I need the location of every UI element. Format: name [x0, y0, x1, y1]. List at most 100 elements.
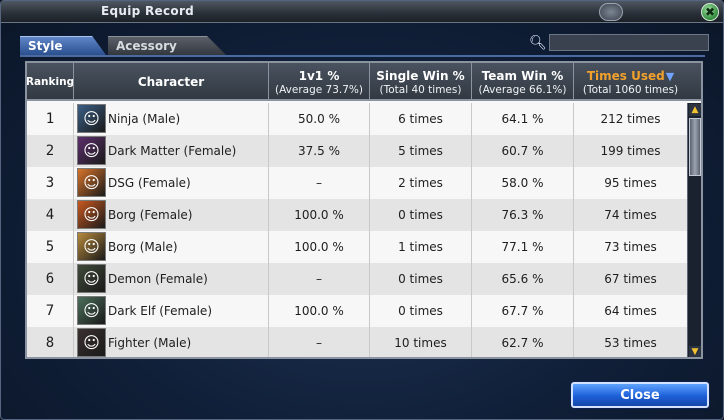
sort-down-icon: ▼ [665, 69, 675, 83]
table-row[interactable]: 2 ☺ Dark Matter (Female) 37.5 % 5 times 60.7 … [27, 135, 687, 167]
title-bar[interactable]: Equip Record ✖ [1, 1, 723, 23]
cell-single-win: 0 times [369, 295, 471, 327]
character-name: Dark Elf (Female) [108, 304, 212, 318]
cell-team-win: 62.7 % [471, 327, 573, 357]
cell-single-win: 0 times [369, 263, 471, 295]
cell-times-used: 74 times [573, 199, 687, 231]
cell-ranking: 4 [45, 207, 55, 223]
cell-character: ☺ Dark Matter (Female) [73, 135, 268, 167]
character-name: Borg (Male) [108, 240, 178, 254]
cell-times-used: 64 times [573, 295, 687, 327]
cell-single-win: 0 times [369, 199, 471, 231]
cell-single-win: 6 times [369, 103, 471, 135]
search-input[interactable] [549, 34, 709, 51]
character-name: Borg (Female) [108, 208, 193, 222]
table-scrollbar[interactable]: ▲ ▼ [687, 103, 701, 357]
cell-times-used: 73 times [573, 231, 687, 263]
cell-team-win: 60.7 % [471, 135, 573, 167]
scroll-thumb[interactable] [689, 118, 701, 176]
search-icon[interactable]: 🔍︎ [529, 35, 547, 51]
header-times-used[interactable]: Times Used▼ (Total 1060 times) [573, 63, 687, 101]
cell-1v1: 100.0 % [268, 231, 369, 263]
demon-portrait-icon: ☺ [77, 264, 106, 293]
cell-1v1: – [268, 263, 369, 295]
window-close-icon[interactable]: ✖ [701, 3, 719, 21]
header-ranking-label: Ranking [25, 76, 75, 88]
table-row[interactable]: 7 ☺ Dark Elf (Female) 100.0 % 0 times 67.7 % 6… [27, 295, 687, 327]
cell-1v1: 50.0 % [268, 103, 369, 135]
cell-single-win: 1 times [369, 231, 471, 263]
cell-ranking: 6 [45, 271, 55, 287]
close-button[interactable]: Close [571, 382, 709, 408]
cell-times-used: 95 times [573, 167, 687, 199]
cell-ranking: 3 [45, 175, 55, 191]
table-row[interactable]: 5 ☺ Borg (Male) 100.0 % 1 times 77.1 % 73 time… [27, 231, 687, 263]
header-1v1[interactable]: 1v1 % (Average 73.7%) [268, 63, 369, 101]
window-title: Equip Record [101, 4, 195, 18]
cell-ranking: 5 [45, 239, 55, 255]
equip-record-table: Ranking Character 1v1 % (Average 73.7%) … [25, 61, 703, 359]
header-times-title-text: Times Used [586, 68, 665, 83]
header-1v1-sub: (Average 73.7%) [274, 83, 363, 96]
header-ranking[interactable]: Ranking [25, 63, 75, 101]
tab-style[interactable]: Style [20, 36, 106, 55]
cell-1v1: 100.0 % [268, 199, 369, 231]
cell-single-win: 5 times [369, 135, 471, 167]
cell-times-used: 67 times [573, 263, 687, 295]
cell-character: ☺ Dark Elf (Female) [73, 295, 268, 327]
title-ornament-icon [599, 3, 623, 21]
fighter-portrait-icon: ☺ [77, 328, 106, 357]
cell-team-win: 76.3 % [471, 199, 573, 231]
equip-record-window: Equip Record ✖ Style Acessory 🔍︎ Ranking… [0, 0, 724, 420]
cell-team-win: 64.1 % [471, 103, 573, 135]
cell-1v1: 100.0 % [268, 295, 369, 327]
cell-character: ☺ Fighter (Male) [73, 327, 268, 357]
header-team-title: Team Win % [481, 68, 564, 83]
cell-times-used: 212 times [573, 103, 687, 135]
dark-elf-portrait-icon: ☺ [77, 296, 106, 325]
header-character-label: Character [137, 75, 205, 89]
cell-1v1: 37.5 % [268, 135, 369, 167]
header-team-sub: (Average 66.1%) [478, 83, 567, 96]
header-times-title: Times Used▼ [587, 69, 674, 83]
header-times-sub: (Total 1060 times) [582, 83, 679, 96]
cell-times-used: 53 times [573, 327, 687, 357]
header-character[interactable]: Character [73, 63, 268, 101]
cell-team-win: 58.0 % [471, 167, 573, 199]
tab-divider [20, 55, 705, 57]
table-row[interactable]: 1 ☺ Ninja (Male) 50.0 % 6 times 64.1 % 212 tim… [27, 103, 687, 135]
cell-single-win: 10 times [369, 327, 471, 357]
table-row[interactable]: 3 ☺ DSG (Female) –2 times 58.0 % 95 times [27, 167, 687, 199]
cell-character: ☺ Borg (Female) [73, 199, 268, 231]
character-name: Ninja (Male) [108, 112, 181, 126]
table-row[interactable]: 8 ☺ Fighter (Male) –10 times 62.7 % 53 times [27, 327, 687, 357]
cell-character: ☺ Demon (Female) [73, 263, 268, 295]
table-header: Ranking Character 1v1 % (Average 73.7%) … [27, 63, 701, 101]
cell-times-used: 199 times [573, 135, 687, 167]
cell-1v1: – [268, 167, 369, 199]
cell-single-win: 2 times [369, 167, 471, 199]
cell-team-win: 65.6 % [471, 263, 573, 295]
scroll-down-icon[interactable]: ▼ [689, 346, 701, 357]
cell-ranking: 1 [45, 111, 55, 127]
ninja-portrait-icon: ☺ [77, 104, 106, 133]
header-single-win[interactable]: Single Win % (Total 40 times) [369, 63, 471, 101]
header-1v1-title: 1v1 % [298, 68, 340, 83]
scroll-up-icon[interactable]: ▲ [689, 104, 701, 116]
table-row[interactable]: 4 ☺ Borg (Female) 100.0 % 0 times 76.3 % 74 ti… [27, 199, 687, 231]
cell-ranking: 8 [45, 335, 55, 351]
cell-ranking: 7 [45, 303, 55, 319]
header-single-title: Single Win % [376, 68, 465, 83]
header-single-sub: (Total 40 times) [379, 83, 462, 96]
tab-acessory[interactable]: Acessory [108, 36, 226, 55]
character-name: Demon (Female) [108, 272, 208, 286]
header-team-win[interactable]: Team Win % (Average 66.1%) [471, 63, 573, 101]
character-name: DSG (Female) [108, 176, 191, 190]
cell-character: ☺ Borg (Male) [73, 231, 268, 263]
character-name: Fighter (Male) [108, 336, 192, 350]
dsg-portrait-icon: ☺ [77, 168, 106, 197]
borg-female-portrait-icon: ☺ [77, 200, 106, 229]
table-row[interactable]: 6 ☺ Demon (Female) –0 times 65.6 % 67 times [27, 263, 687, 295]
cell-character: ☺ Ninja (Male) [73, 103, 268, 135]
dark-matter-portrait-icon: ☺ [77, 136, 106, 165]
